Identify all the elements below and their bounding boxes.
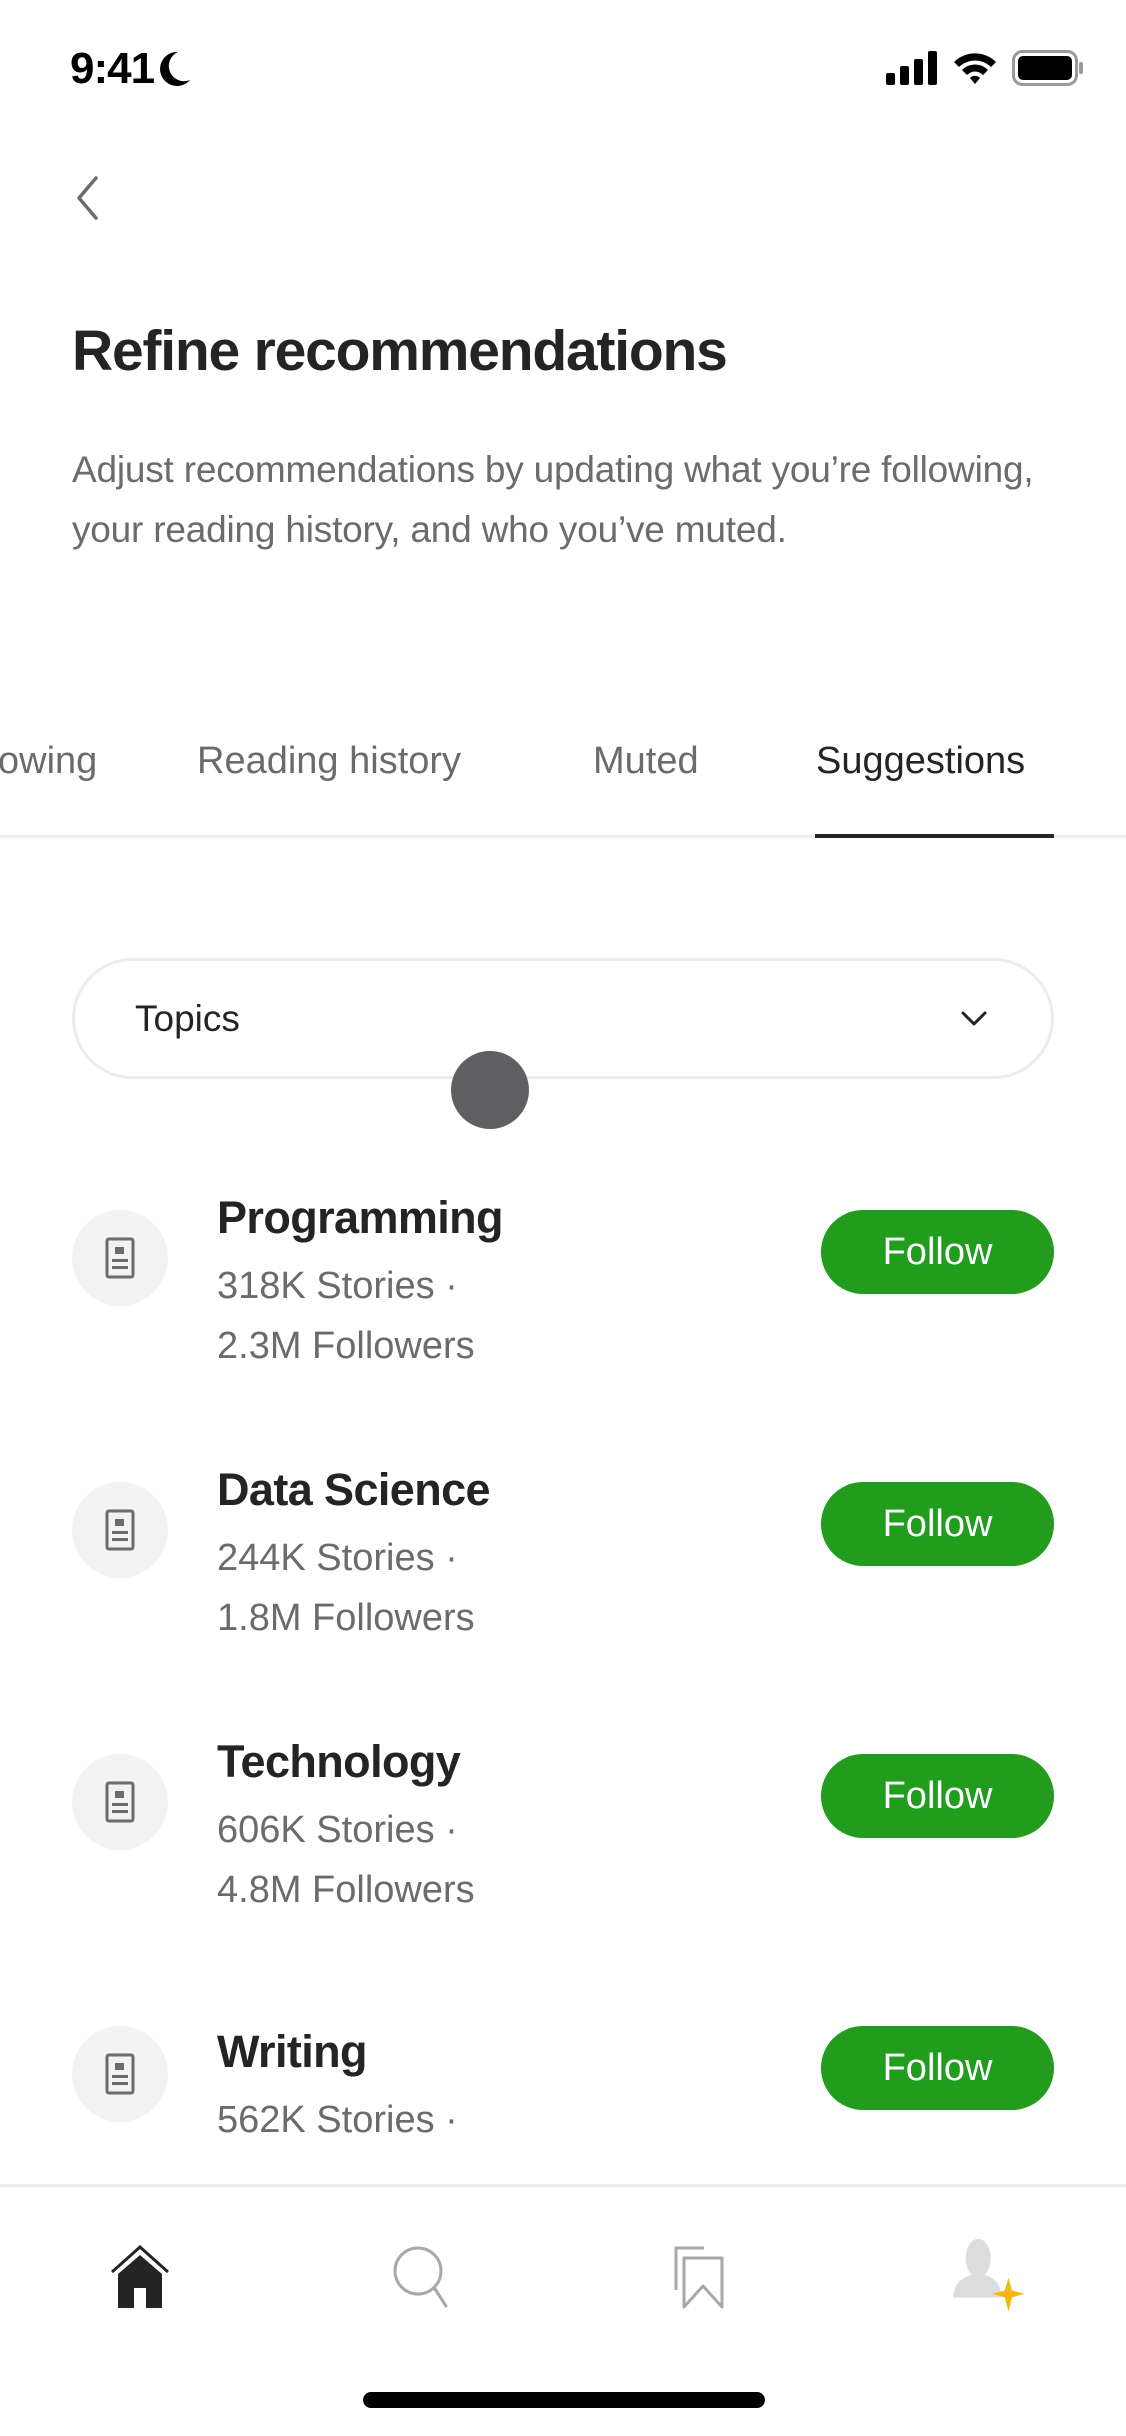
topic-stories: 606K Stories · <box>217 1809 458 1851</box>
status-bar-indicators <box>886 50 1084 86</box>
battery-icon <box>1012 50 1083 86</box>
document-icon <box>105 1781 135 1823</box>
topics-dropdown[interactable]: Topics <box>72 958 1054 1079</box>
chevron-down-icon <box>961 1011 987 1025</box>
dropdown-selected-value: Topics <box>135 997 240 1039</box>
home-icon <box>111 2244 169 2308</box>
topic-icon-container <box>72 1482 168 1578</box>
clock: 9:41 <box>70 44 155 93</box>
topic-icon-container <box>72 1210 168 1306</box>
topic-followers: 1.8M Followers <box>217 1597 475 1639</box>
cellular-signal-icon <box>886 51 937 85</box>
nav-profile[interactable] <box>948 2237 1028 2317</box>
tab-muted[interactable]: Muted <box>593 740 699 783</box>
page-title: Refine recommendations <box>72 319 728 383</box>
topic-name[interactable]: Technology <box>217 1736 461 1788</box>
topic-name[interactable]: Data Science <box>217 1464 491 1516</box>
follow-button[interactable]: Follow <box>821 1482 1054 1566</box>
document-icon <box>105 1237 135 1279</box>
topic-stories: 318K Stories · <box>217 1265 458 1307</box>
chevron-left-icon <box>77 176 98 220</box>
topic-stats: 562K Stories · <box>217 2090 458 2150</box>
topic-name[interactable]: Programming <box>217 1192 504 1244</box>
topic-icon-container <box>72 2026 168 2122</box>
topic-stats: 244K Stories · 1.8M Followers <box>217 1528 475 1648</box>
topic-name[interactable]: Writing <box>217 2026 368 2078</box>
nav-library[interactable] <box>660 2237 740 2317</box>
follow-button[interactable]: Follow <box>821 2026 1054 2110</box>
back-button[interactable] <box>62 168 112 228</box>
sparkle-icon <box>992 2277 1025 2312</box>
page-description: Adjust recommendations by updating what … <box>72 449 1034 550</box>
follow-button[interactable]: Follow <box>821 1210 1054 1294</box>
tab-bar: owing Reading history Muted Suggestions <box>0 720 1126 838</box>
topic-list-item: Data Science 244K Stories · 1.8M Followe… <box>0 1464 1126 1754</box>
topic-list-item: Writing 562K Stories · Follow <box>0 2026 1126 2184</box>
topic-stats: 318K Stories · 2.3M Followers <box>217 1256 475 1376</box>
active-tab-indicator <box>815 834 1054 838</box>
nav-search[interactable] <box>382 2237 462 2317</box>
follow-button[interactable]: Follow <box>821 1754 1054 1838</box>
tab-reading-history[interactable]: Reading history <box>197 740 461 783</box>
tab-following[interactable]: owing <box>0 740 97 783</box>
touch-indicator <box>451 1051 529 1129</box>
status-bar-time: 9:41 <box>70 44 192 94</box>
profile-icon <box>953 2238 1025 2312</box>
topic-stories: 244K Stories · <box>217 1537 458 1579</box>
wifi-icon <box>954 53 996 84</box>
topic-followers: 4.8M Followers <box>217 1869 475 1911</box>
document-icon <box>105 1509 135 1551</box>
topic-icon-container <box>72 1754 168 1850</box>
nav-home[interactable] <box>100 2237 180 2317</box>
topic-list-item: Programming 318K Stories · 2.3M Follower… <box>0 1192 1126 1482</box>
topic-followers: 2.3M Followers <box>217 1325 475 1367</box>
topic-list-item: Technology 606K Stories · 4.8M Followers… <box>0 1736 1126 2026</box>
topic-stories: 562K Stories · <box>217 2099 458 2141</box>
home-indicator[interactable] <box>363 2392 765 2408</box>
document-icon <box>105 2053 135 2095</box>
tab-suggestions[interactable]: Suggestions <box>816 740 1025 783</box>
topic-stats: 606K Stories · 4.8M Followers <box>217 1800 475 1920</box>
moon-icon <box>160 51 191 86</box>
bookmarks-icon <box>674 2246 724 2309</box>
search-icon <box>393 2246 448 2308</box>
